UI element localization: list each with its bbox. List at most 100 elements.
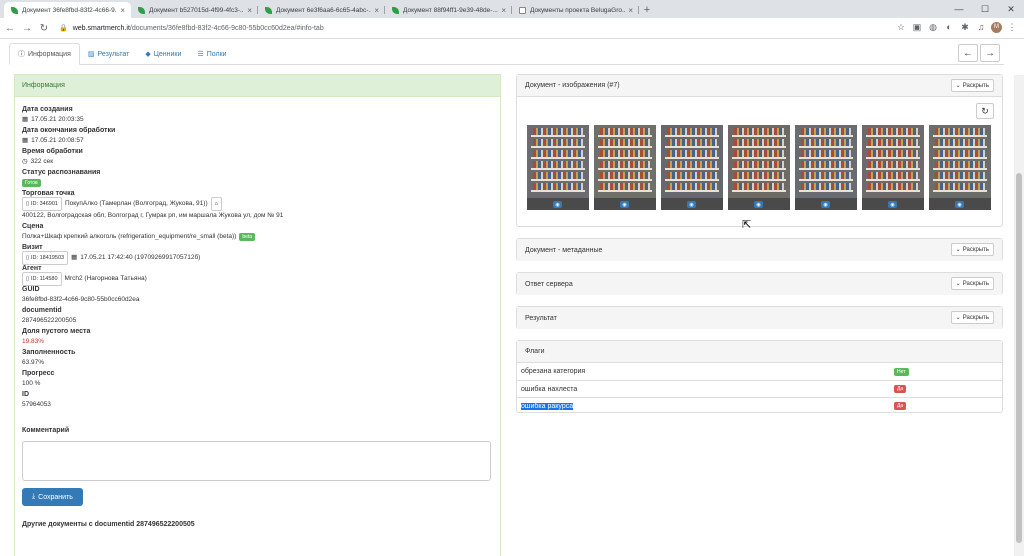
zoom-icon[interactable]: ◉ [754,201,763,208]
close-window-icon[interactable]: ✕ [998,0,1024,18]
agent-id-chip[interactable]: ▯ ID: 114580 [22,272,62,286]
flag-value-badge: Нет [894,367,909,376]
shelf-photo-thumbnail[interactable]: ◉ [527,125,589,210]
products-row [533,139,583,146]
reload-icon[interactable]: ↻ [37,23,51,34]
browser-tab[interactable]: Документ 36fe8fbd-83f2-4c66-9... × [4,2,131,18]
minimize-icon[interactable]: — [946,0,972,18]
info-panel: Информация Дата создания ▦ 17.05.21 20:03… [14,74,501,556]
browser-tab[interactable]: Документ 6e3f6aa6-6c65-4abc-... × [258,2,385,18]
close-icon[interactable]: × [120,6,125,15]
shelf-line [799,135,853,137]
mouse-cursor-icon: ⇱ [742,219,752,231]
products-row [600,172,650,179]
shelf-line [933,168,987,170]
zoom-icon[interactable]: ◉ [955,201,964,208]
address-bar[interactable]: 🔒 web.smartmerch.it /documents/36fe8fbd-… [59,24,899,33]
browser-tab[interactable]: Документ b527015d-4f99-4fc3-... × [131,2,258,18]
expand-button[interactable]: ⌄ Раскрыть [950,311,994,324]
store-id: ID: 346901 [31,201,58,207]
close-icon[interactable]: × [628,6,633,15]
smartmerch-favicon-icon [392,6,399,14]
browser-tab-title: Документ 6e3f6aa6-6c65-4abc-... [276,6,372,14]
products-row [600,150,650,157]
refresh-button[interactable]: ↻ [976,103,994,119]
shelf-photo-thumbnail[interactable]: ◉ [661,125,723,210]
avatar[interactable]: M [991,21,1002,33]
refresh-icon: ↻ [981,105,989,116]
products-row [801,161,851,168]
extensions-area: ☆ ▣ ◍ ◐ ✱ ♫ M ⋮ [895,21,1018,33]
back-icon[interactable]: ← [3,23,17,34]
products-row [734,172,784,179]
close-icon[interactable]: × [374,6,379,15]
prev-document-button[interactable]: ← [958,44,978,62]
shelf-photo-thumbnail[interactable]: ◉ [594,125,656,210]
browser-tab[interactable]: Документ 88f94ff1-9e39-48de-... × [385,2,512,18]
star-icon[interactable]: ☆ [895,21,907,33]
media-icon[interactable]: ♫ [975,21,987,33]
scrollbar[interactable] [1014,75,1024,556]
app-tab-bar: ⓘ Информация ▨ Результат ◆ Ценники ☰ Пол… [9,43,1004,65]
lock-icon: 🔒 [59,25,68,32]
shelf-line [866,179,920,181]
forward-icon[interactable]: → [20,23,34,34]
products-row [868,172,918,179]
flag-name: ошибка нахлеста [521,385,578,393]
store-name: ПокупАлко (Тамерлан (Волгоград, Жукова, … [64,200,208,207]
flag-value-badge: Да [894,402,907,410]
products-row [868,139,918,146]
tab-result[interactable]: ▨ Результат [80,43,137,65]
visit-id-chip[interactable]: ▯ ID: 18419503 [22,251,69,265]
panel-header[interactable]: Документ - метаданные ⌄ Раскрыть [517,239,1002,261]
home-button[interactable]: ⌂ [210,197,222,211]
next-document-button[interactable]: → [980,44,1000,62]
panel-header[interactable]: Результат ⌄ Раскрыть [517,307,1002,329]
extension-icon[interactable]: ◍ [927,21,939,33]
page-content: ⓘ Информация ▨ Результат ◆ Ценники ☰ Пол… [0,39,1024,556]
tab-price-tags[interactable]: ◆ Ценники [137,43,189,65]
products-row [667,128,717,135]
shelf-photo-thumbnail[interactable]: ◉ [728,125,790,210]
save-button[interactable]: ⤓ Сохранить [22,488,83,506]
browser-tab[interactable]: Документы проекта BelugaGro... × [512,2,639,18]
panel-header: Флаги [517,341,1002,363]
zoom-icon[interactable]: ◉ [821,201,830,208]
new-tab-icon[interactable]: + [639,2,655,18]
comment-textarea[interactable] [22,441,491,481]
field-label: Доля пустого места [22,328,91,335]
flag-name: ошибка ракурса [521,402,574,410]
circle-extension-icon[interactable]: ◐ [943,21,955,33]
zoom-icon[interactable]: ◉ [687,201,696,208]
chevron-down-icon: ⌄ [955,247,961,253]
shelf-photo-thumbnail[interactable]: ◉ [862,125,924,210]
image-gallery: ◉ ◉ ◉ ◉ ◉ ◉ ◉ [527,125,991,210]
maximize-icon[interactable]: ☐ [972,0,998,18]
puzzle-icon[interactable]: ✱ [959,21,971,33]
expand-button[interactable]: ⌄ Раскрыть [950,79,994,92]
shelf-photo-thumbnail[interactable]: ◉ [795,125,857,210]
field-value: ▯ ID: 18419503 ▦ 17.05.21 17:42:40 (197092… [22,251,493,265]
window-controls: — ☐ ✕ [946,0,1024,18]
zoom-icon[interactable]: ◉ [553,201,562,208]
expand-button[interactable]: ⌄ Раскрыть [950,243,994,256]
shelf-line [598,157,652,159]
store-id-chip[interactable]: ▯ ID: 346901 [22,197,62,211]
panel-header[interactable]: Ответ сервера ⌄ Раскрыть [517,273,1002,295]
panel-title: Результат [525,314,557,322]
zoom-icon[interactable]: ◉ [620,201,629,208]
shelf-photo-thumbnail[interactable]: ◉ [929,125,991,210]
menu-icon[interactable]: ⋮ [1006,21,1018,33]
tab-shelves[interactable]: ☰ Полки [189,43,234,65]
chevron-down-icon: ⌄ [955,83,961,89]
processed-date: 17.05.21 20:08:57 [31,137,84,144]
scrollbar-thumb[interactable] [1016,173,1022,543]
shelf-line [665,157,719,159]
close-icon[interactable]: × [247,6,252,15]
screen-icon[interactable]: ▣ [911,21,923,33]
zoom-icon[interactable]: ◉ [888,201,897,208]
close-icon[interactable]: × [501,6,506,15]
expand-button[interactable]: ⌄ Раскрыть [950,277,994,290]
tab-info[interactable]: ⓘ Информация [9,43,80,65]
browser-tab-title: Документ 88f94ff1-9e39-48de-... [403,6,498,14]
